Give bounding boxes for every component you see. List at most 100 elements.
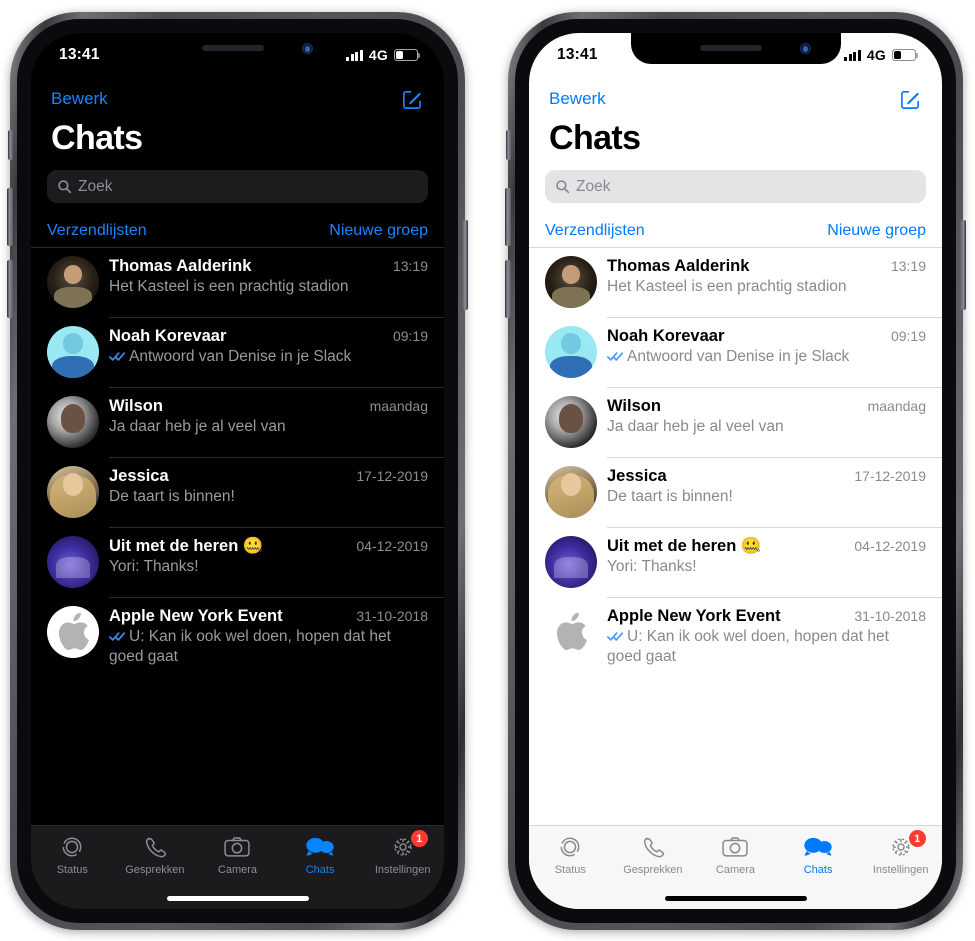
chat-item-timestamp: maandag <box>369 398 428 414</box>
list-actions: Verzendlijsten Nieuwe groep <box>545 215 926 247</box>
chat-item-preview: Ja daar heb je al veel van <box>607 418 784 435</box>
power-button[interactable] <box>960 220 966 310</box>
chat-item-body: Thomas Aalderink 13:19 Het Kasteel is een … <box>109 256 428 297</box>
chat-list-item[interactable]: Apple New York Event 31-10-2018 U: Kan ik … <box>31 597 444 677</box>
avatar-uit-met-de-heren[interactable] <box>545 536 597 588</box>
home-indicator[interactable] <box>664 896 807 901</box>
chat-item-preview: De taart is binnen! <box>607 488 733 505</box>
chat-item-preview: De taart is binnen! <box>109 488 235 505</box>
chat-item-header: Wilson maandag <box>109 397 428 416</box>
tab-instellingen[interactable]: Instellingen 1 <box>361 830 444 909</box>
chat-item-name: Noah Korevaar <box>607 327 725 345</box>
volume-up-button[interactable] <box>505 188 511 246</box>
chat-list-item[interactable]: Jessica 17-12-2019 De taart is binnen! <box>529 457 942 527</box>
light-mode-phone: 13:41 4G Bewerk Chats Zoek Verzendlijste… <box>505 12 966 930</box>
navigation-bar: Bewerk <box>31 77 444 121</box>
chat-item-name: Uit met de heren 🤐 <box>607 537 762 555</box>
navigation-bar: Bewerk <box>529 77 942 121</box>
page-title: Chats <box>51 119 143 157</box>
new-group-button[interactable]: Nieuwe groep <box>827 222 926 240</box>
tab-label: Instellingen <box>374 864 431 876</box>
chat-list-item[interactable]: Uit met de heren 🤐 04-12-2019 Yori: Thanks… <box>529 527 942 597</box>
chat-bubbles-icon <box>305 833 335 861</box>
volume-down-button[interactable] <box>505 260 511 318</box>
camera-icon <box>721 833 749 861</box>
search-placeholder: Zoek <box>576 177 611 195</box>
tab-label: Status <box>554 864 586 876</box>
avatar-uit-met-de-heren[interactable] <box>47 536 99 588</box>
battery-icon <box>394 49 421 61</box>
home-indicator[interactable] <box>166 896 309 901</box>
read-receipt-icon <box>109 352 126 361</box>
chat-item-body: Wilson maandag Ja daar heb je al veel van <box>109 396 428 437</box>
camera-icon <box>223 833 251 861</box>
chat-list-light[interactable]: Thomas Aalderink 13:19 Het Kasteel is een … <box>529 247 942 825</box>
tab-instellingen[interactable]: Instellingen 1 <box>859 830 942 909</box>
chat-list-item[interactable]: Noah Korevaar 09:19 Antwoord van Denise in… <box>31 317 444 387</box>
chat-list-item[interactable]: Uit met de heren 🤐 04-12-2019 Yori: Thanks… <box>31 527 444 597</box>
chat-item-preview: U: Kan ik ook wel doen, hopen dat het go… <box>607 628 889 666</box>
apple-logo-icon <box>58 612 90 650</box>
avatar-jessica[interactable] <box>545 466 597 518</box>
chat-list-item[interactable]: Wilson maandag Ja daar heb je al veel van <box>31 387 444 457</box>
avatar-thomas-aalderink[interactable] <box>47 256 99 308</box>
tab-label: Status <box>56 864 88 876</box>
avatar-wilson[interactable] <box>545 396 597 448</box>
chat-list-item[interactable]: Thomas Aalderink 13:19 Het Kasteel is een … <box>31 247 444 317</box>
chat-item-header: Noah Korevaar 09:19 <box>109 327 428 346</box>
chat-item-header: Apple New York Event 31-10-2018 <box>607 607 926 626</box>
chat-item-name: Wilson <box>607 397 661 415</box>
front-camera-icon <box>301 43 313 54</box>
compose-icon[interactable] <box>899 88 922 111</box>
search-input[interactable]: Zoek <box>47 170 428 203</box>
volume-up-button[interactable] <box>7 188 13 246</box>
search-icon <box>556 180 570 194</box>
mute-switch-button[interactable] <box>8 130 13 160</box>
chat-item-body: Apple New York Event 31-10-2018 U: Kan ik … <box>109 606 428 668</box>
edit-button[interactable]: Bewerk <box>549 89 606 109</box>
tab-status[interactable]: Status <box>31 833 114 909</box>
compose-icon[interactable] <box>401 88 424 111</box>
earpiece-speaker-icon <box>201 45 264 51</box>
chat-item-body: Noah Korevaar 09:19 Antwoord van Denise in… <box>109 326 428 367</box>
front-camera-icon <box>799 43 811 54</box>
chat-item-name: Noah Korevaar <box>109 327 227 345</box>
avatar-noah-korevaar[interactable] <box>47 326 99 378</box>
chat-list-dark[interactable]: Thomas Aalderink 13:19 Het Kasteel is een … <box>31 247 444 825</box>
status-bar-indicators: 4G <box>844 47 919 63</box>
battery-icon <box>892 49 919 61</box>
volume-down-button[interactable] <box>7 260 13 318</box>
new-group-button[interactable]: Nieuwe groep <box>329 222 428 240</box>
chat-item-timestamp: 13:19 <box>890 258 926 274</box>
device-bezel: 13:41 4G Bewerk Chats Zoek Verzendlijste… <box>515 19 956 923</box>
power-button[interactable] <box>462 220 468 310</box>
chat-list-item[interactable]: Noah Korevaar 09:19 Antwoord van Denise in… <box>529 317 942 387</box>
tab-label: Camera <box>217 864 258 876</box>
chat-list-item[interactable]: Jessica 17-12-2019 De taart is binnen! <box>31 457 444 527</box>
mute-switch-button[interactable] <box>506 130 511 160</box>
tab-status[interactable]: Status <box>529 833 612 909</box>
avatar-apple-new-york-event[interactable] <box>545 606 597 658</box>
avatar-apple-new-york-event[interactable] <box>47 606 99 658</box>
device-bezel: 13:41 4G Bewerk Chats Zoek Verzendlijste… <box>17 19 458 923</box>
edit-button[interactable]: Bewerk <box>51 89 108 109</box>
carrier-label: 4G <box>368 47 388 63</box>
tab-label: Gesprekken <box>125 864 185 876</box>
avatar-wilson[interactable] <box>47 396 99 448</box>
status-bar-time: 13:41 <box>59 46 100 63</box>
broadcast-lists-button[interactable]: Verzendlijsten <box>47 222 147 240</box>
chat-list-item[interactable]: Thomas Aalderink 13:19 Het Kasteel is een … <box>529 247 942 317</box>
chat-list-item[interactable]: Wilson maandag Ja daar heb je al veel van <box>529 387 942 457</box>
search-input[interactable]: Zoek <box>545 170 926 203</box>
chat-item-body: Noah Korevaar 09:19 Antwoord van Denise in… <box>607 326 926 367</box>
broadcast-lists-button[interactable]: Verzendlijsten <box>545 222 645 240</box>
notch <box>630 33 841 64</box>
tab-label: Chats <box>305 864 335 876</box>
avatar-thomas-aalderink[interactable] <box>545 256 597 308</box>
avatar-jessica[interactable] <box>47 466 99 518</box>
avatar-noah-korevaar[interactable] <box>545 326 597 378</box>
chat-list-item[interactable]: Apple New York Event 31-10-2018 U: Kan ik … <box>529 597 942 677</box>
phone-icon <box>142 833 168 861</box>
chat-item-timestamp: 04-12-2019 <box>854 538 926 554</box>
chat-item-header: Thomas Aalderink 13:19 <box>109 257 428 276</box>
